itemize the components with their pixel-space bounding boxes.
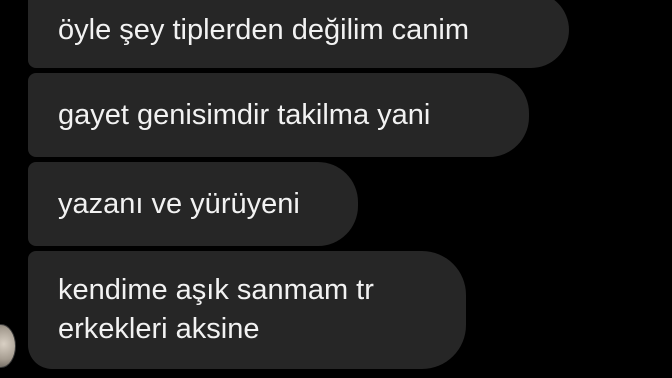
message-text: gayet genisimdir takilma yani — [58, 99, 431, 131]
message-bubble[interactable]: yazanı ve yürüyeni — [28, 162, 358, 246]
message-text: kendime aşık sanmam tr erkekleri aksine — [58, 274, 374, 345]
message-bubble[interactable]: kendime aşık sanmam tr erkekleri aksine — [28, 251, 466, 369]
avatar-icon[interactable] — [0, 324, 16, 368]
chat-thread: öyle şey tiplerden değilim canim gayet g… — [0, 0, 672, 378]
message-bubble[interactable]: gayet genisimdir takilma yani — [28, 73, 529, 157]
message-text: öyle şey tiplerden değilim canim — [58, 14, 470, 46]
message-text: yazanı ve yürüyeni — [58, 188, 300, 220]
message-bubble[interactable]: öyle şey tiplerden değilim canim — [28, 0, 569, 68]
